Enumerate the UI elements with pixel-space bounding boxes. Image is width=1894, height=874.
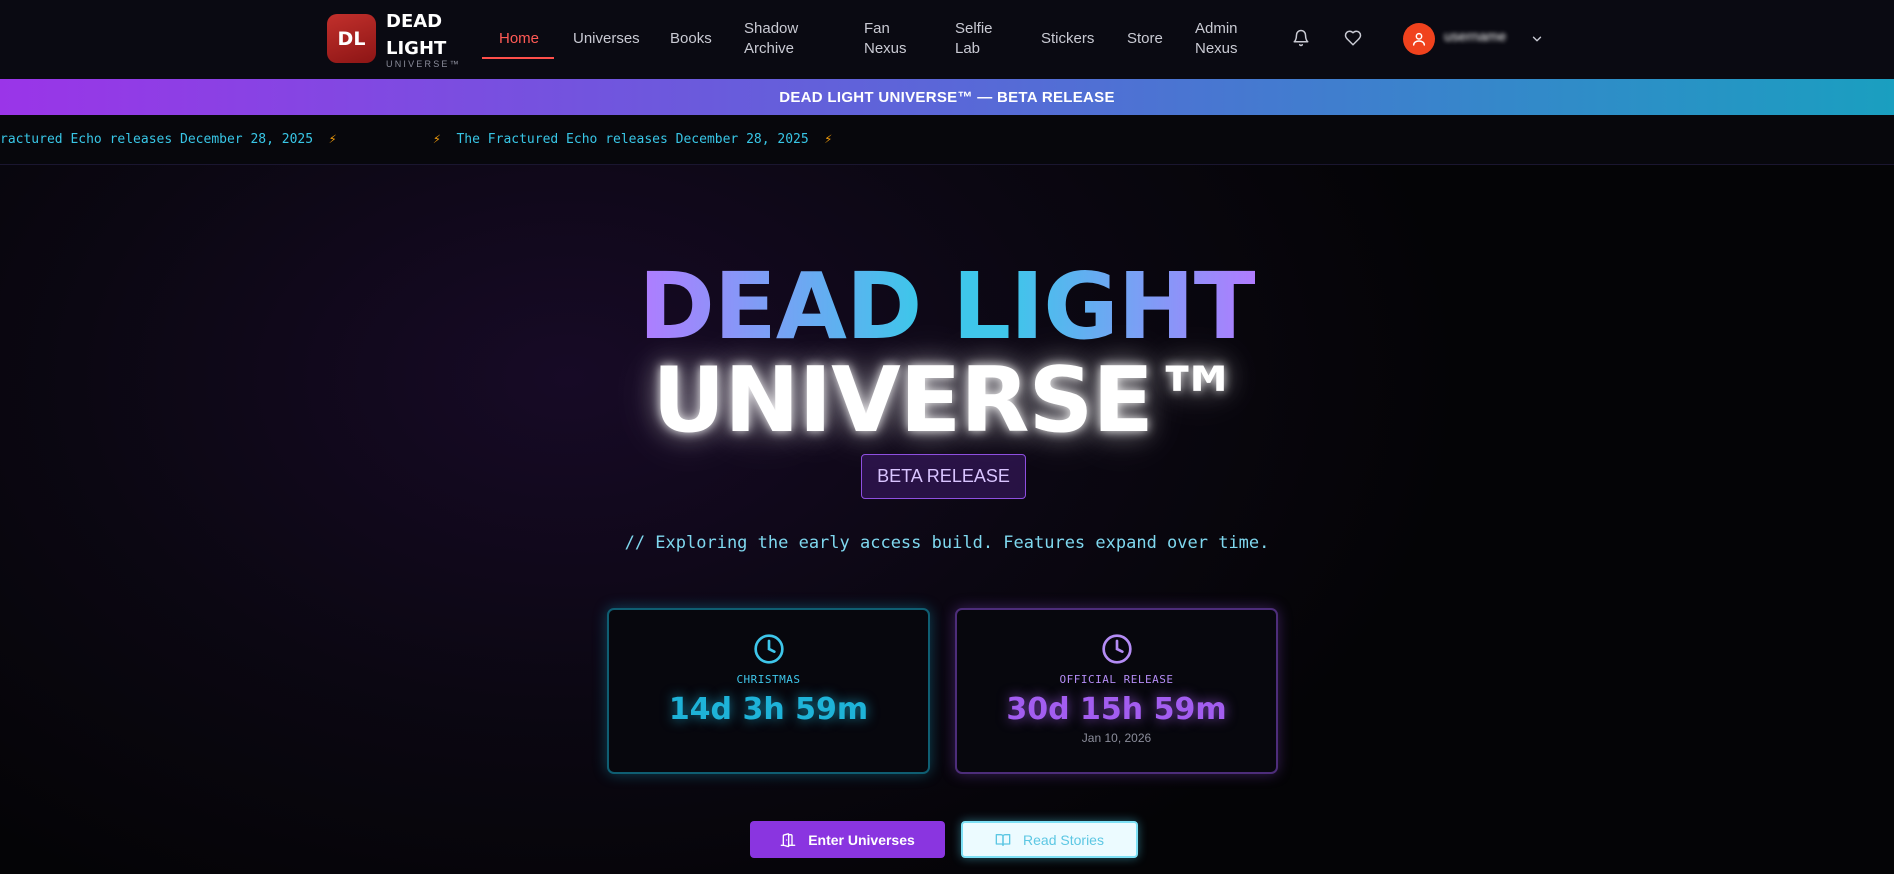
- nav-item-stickers[interactable]: Stickers: [1041, 29, 1094, 49]
- nav-label: Fan: [864, 20, 890, 37]
- read-stories-button[interactable]: Read Stories: [961, 821, 1138, 858]
- button-label: Enter Universes: [808, 831, 915, 848]
- lightning-icon: ⚡: [320, 132, 337, 147]
- brand-line-2: LIGHT: [386, 38, 447, 59]
- countdown-label: OFFICIAL RELEASE: [1059, 673, 1174, 686]
- nav-label: Store: [1127, 30, 1163, 47]
- nav-label: Home: [499, 30, 540, 47]
- hero-tagline: // Exploring the early access build. Fea…: [624, 533, 1270, 553]
- nav-item-fan-nexus[interactable]: Fan Nexus: [864, 19, 907, 59]
- nav-item-shadow-archive[interactable]: Shadow Archive: [744, 19, 798, 59]
- beta-banner: DEAD LIGHT UNIVERSE™ — BETA RELEASE: [0, 79, 1894, 115]
- countdown-date: Jan 10, 2026: [1081, 731, 1152, 745]
- brand-subtitle: UNIVERSE™: [386, 59, 461, 69]
- nav-item-home[interactable]: Home: [499, 29, 539, 49]
- user-name[interactable]: username: [1444, 28, 1526, 48]
- nav-label: Stickers: [1041, 30, 1095, 47]
- button-label: Read Stories: [1023, 831, 1104, 848]
- logo-text: DL: [337, 27, 366, 50]
- brand-line-1: DEAD: [386, 11, 443, 32]
- countdown-label: CHRISTMAS: [736, 673, 801, 686]
- logo-badge[interactable]: DL: [327, 14, 376, 63]
- nav-item-selfie-lab[interactable]: Selfie Lab: [955, 19, 993, 59]
- ticker-text: The Fractured Echo releases December 28,…: [456, 132, 809, 147]
- nav-label: Archive: [744, 40, 795, 57]
- bell-icon[interactable]: [1292, 29, 1310, 47]
- nav-label: Universes: [573, 30, 640, 47]
- user-icon: [1412, 32, 1426, 46]
- nav-label: Admin: [1195, 20, 1238, 37]
- avatar[interactable]: [1403, 23, 1435, 55]
- lightning-icon: ⚡: [816, 132, 833, 147]
- nav-item-admin-nexus[interactable]: Admin Nexus: [1195, 19, 1238, 59]
- clock-icon: [753, 634, 784, 664]
- nav-label: Nexus: [864, 40, 907, 57]
- top-nav: DL DEAD LIGHT UNIVERSE™ Home Universes B…: [0, 0, 1894, 79]
- countdown-value: 30d 15h 59m: [1006, 692, 1227, 727]
- ticker-item: ractured Echo releases December 28, 2025…: [0, 132, 337, 147]
- heart-icon[interactable]: [1344, 29, 1362, 47]
- hero-title-line-2: UNIVERSE™: [652, 348, 1243, 453]
- hero-section: DEAD LIGHT UNIVERSE™ BETA RELEASE // Exp…: [0, 165, 1894, 874]
- hero-title-line-1: DEAD LIGHT: [638, 253, 1257, 360]
- lightning-icon: ⚡: [433, 132, 449, 147]
- countdown-value: 14d 3h 59m: [668, 692, 869, 727]
- clock-icon: [1101, 634, 1132, 664]
- banner-text: DEAD LIGHT UNIVERSE™ — BETA RELEASE: [779, 88, 1115, 106]
- ticker-item: ⚡ The Fractured Echo releases December 2…: [433, 132, 832, 147]
- nav-label: Shadow: [744, 20, 799, 37]
- countdown-card-christmas: CHRISTMAS 14d 3h 59m: [607, 608, 930, 774]
- chevron-down-icon[interactable]: [1530, 32, 1544, 46]
- nav-label: Nexus: [1195, 40, 1238, 57]
- door-icon: [780, 832, 796, 847]
- brand-name[interactable]: DEAD LIGHT: [386, 8, 446, 62]
- beta-badge: BETA RELEASE: [861, 454, 1026, 499]
- nav-label: Lab: [955, 40, 981, 57]
- countdown-card-release: OFFICIAL RELEASE 30d 15h 59m Jan 10, 202…: [955, 608, 1278, 774]
- enter-universes-button[interactable]: Enter Universes: [750, 821, 945, 858]
- news-ticker: ractured Echo releases December 28, 2025…: [0, 115, 1894, 165]
- nav-item-store[interactable]: Store: [1127, 29, 1163, 49]
- ticker-text: ractured Echo releases December 28, 2025: [0, 132, 314, 147]
- book-icon: [995, 833, 1011, 846]
- active-tab-underline: [482, 57, 554, 59]
- nav-item-books[interactable]: Books: [670, 29, 712, 49]
- nav-item-universes[interactable]: Universes: [573, 29, 640, 49]
- nav-label: Books: [670, 30, 712, 47]
- nav-label: Selfie: [955, 20, 993, 37]
